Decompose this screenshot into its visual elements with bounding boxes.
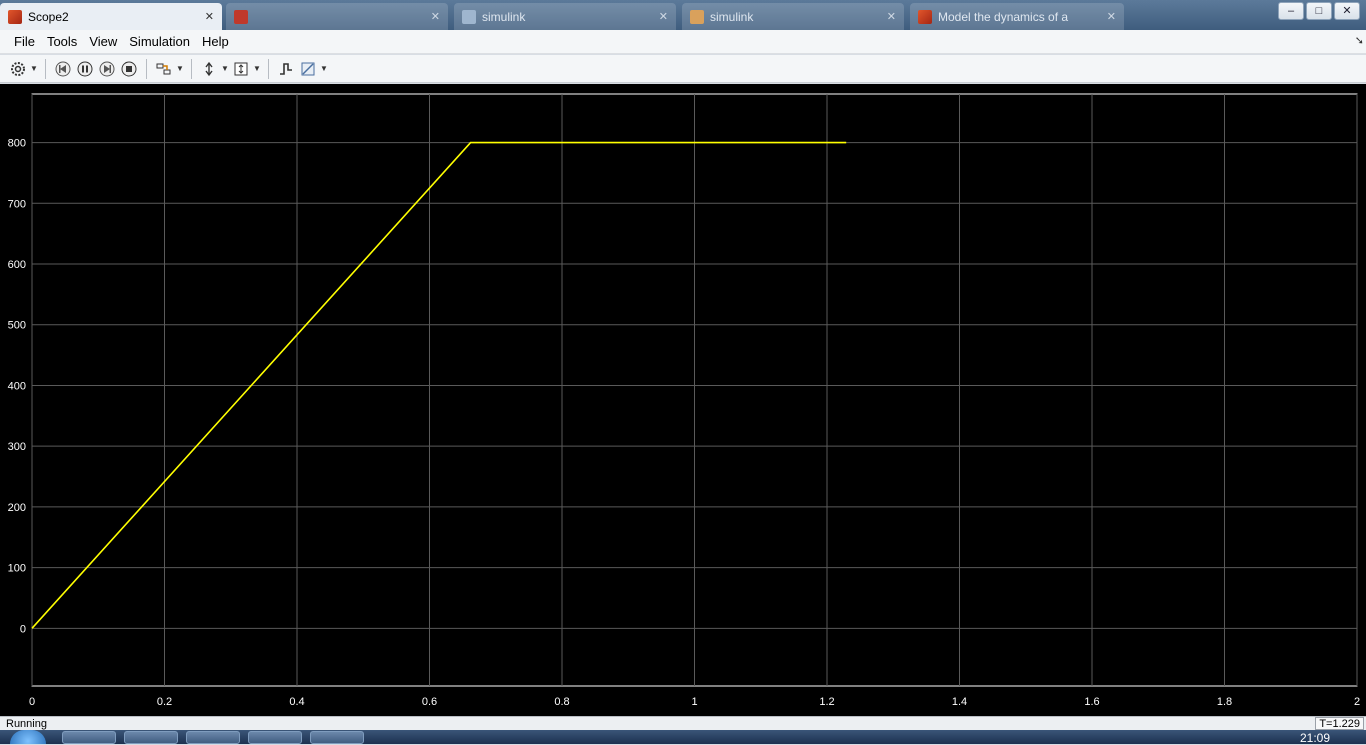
tab-label: Model the dynamics of a [938,9,1069,24]
taskbar-matlab[interactable] [310,731,364,744]
taskbar-app[interactable] [186,731,240,744]
menu-simulation[interactable]: Simulation [123,30,196,54]
y-tick-label: 400 [8,380,26,392]
taskbar-explorer[interactable] [62,731,116,744]
tab-simulink-2[interactable]: simulink ✕ [682,3,904,30]
status-bar: Running T=1.229 [0,716,1366,730]
toolbar-divider [146,58,147,79]
step-back-icon[interactable] [53,59,73,79]
chevron-down-icon[interactable]: ▼ [221,64,229,73]
x-tick-label: 1.6 [1084,696,1099,708]
menu-bar: File Tools View Simulation Help ➘ [0,30,1366,54]
tab-label: Scope2 [28,9,69,24]
y-tick-label: 700 [8,198,26,210]
close-button[interactable]: ✕ [1334,2,1360,20]
menu-file[interactable]: File [8,30,41,54]
toolbar-divider [45,58,46,79]
x-tick-label: 0.6 [422,696,437,708]
scope-plot[interactable]: 0 0.2 0.4 0.6 0.8 1 1.2 1.4 1.6 1.8 2 0 100 200 300 40… [0,84,1366,716]
pause-icon[interactable] [75,59,95,79]
close-icon[interactable]: ✕ [205,10,214,23]
taskbar: 21:09 [0,730,1366,745]
y-tick-label: 800 [8,138,26,150]
scale-axes-icon[interactable] [231,59,251,79]
title-bar: Scope2 ✕ ✕ simulink ✕ simulink ✕ Model t… [0,0,1366,30]
browser-tab-icon [234,9,248,24]
x-tick-label: 1.8 [1217,696,1232,708]
close-icon[interactable]: ✕ [1107,10,1116,23]
x-tick-label: 1.2 [819,696,834,708]
start-button[interactable] [10,730,46,744]
simulation-status: Running [6,718,47,730]
tab-label: simulink [710,9,754,24]
cursor-measurements-icon[interactable] [298,59,318,79]
x-tick-label: 0 [29,696,35,708]
zoom-icon[interactable] [199,59,219,79]
y-tick-label: 0 [20,623,26,635]
maximize-button[interactable]: □ [1306,2,1332,20]
x-tick-label: 0.2 [157,696,172,708]
y-tick-label: 300 [8,441,26,453]
x-tick-label: 0.8 [554,696,569,708]
matlab-icon [918,9,932,24]
scope-display: 0 0.2 0.4 0.6 0.8 1 1.2 1.4 1.6 1.8 2 0 100 200 300 40… [0,84,1366,716]
matlab-icon [8,9,22,24]
stop-icon[interactable] [119,59,139,79]
tab-scope2[interactable]: Scope2 ✕ [0,3,222,30]
y-tick-label: 600 [8,259,26,271]
toolbar: ▼ ▼ ▼ ▼ ▼ [0,55,1366,83]
simulation-time: T=1.229 [1315,717,1364,730]
menu-view[interactable]: View [83,30,123,54]
clock: 21:09 [1299,731,1330,745]
close-icon[interactable]: ✕ [659,10,668,23]
triggers-icon[interactable] [276,59,296,79]
y-tick-label: 500 [8,320,26,332]
document-icon [690,9,704,24]
chevron-down-icon[interactable]: ▼ [176,64,184,73]
settings-icon[interactable] [8,59,28,79]
taskbar-browser[interactable] [124,731,178,744]
tab-label: simulink [482,9,526,24]
step-forward-icon[interactable] [97,59,117,79]
x-tick-label: 0.4 [289,696,304,708]
taskbar-app[interactable] [248,731,302,744]
chevron-down-icon[interactable]: ▼ [30,64,38,73]
y-tick-label: 200 [8,502,26,514]
document-icon [462,9,476,24]
close-icon[interactable]: ✕ [431,10,440,23]
chevron-down-icon[interactable]: ▼ [320,64,328,73]
x-tick-label: 2 [1354,696,1360,708]
toolbar-divider [268,58,269,79]
tab-model-dynamics[interactable]: Model the dynamics of a ✕ [910,3,1124,30]
minimize-button[interactable]: – [1278,2,1304,20]
menu-help[interactable]: Help [196,30,235,54]
chevron-down-icon[interactable]: ▼ [253,64,261,73]
y-tick-label: 100 [8,563,26,575]
menu-tools[interactable]: Tools [41,30,83,54]
close-icon[interactable]: ✕ [887,10,896,23]
tab-simulink-1[interactable]: simulink ✕ [454,3,676,30]
x-tick-label: 1.4 [952,696,967,708]
x-tick-label: 1 [691,696,697,708]
toolbar-divider [191,58,192,79]
system-tray: 21:09 [1046,730,1366,745]
dock-arrow-icon[interactable]: ➘ [1355,34,1364,47]
highlight-simulink-block-icon[interactable] [154,59,174,79]
window-controls: – □ ✕ [1278,2,1360,20]
tab-browser[interactable]: ✕ [226,3,448,30]
